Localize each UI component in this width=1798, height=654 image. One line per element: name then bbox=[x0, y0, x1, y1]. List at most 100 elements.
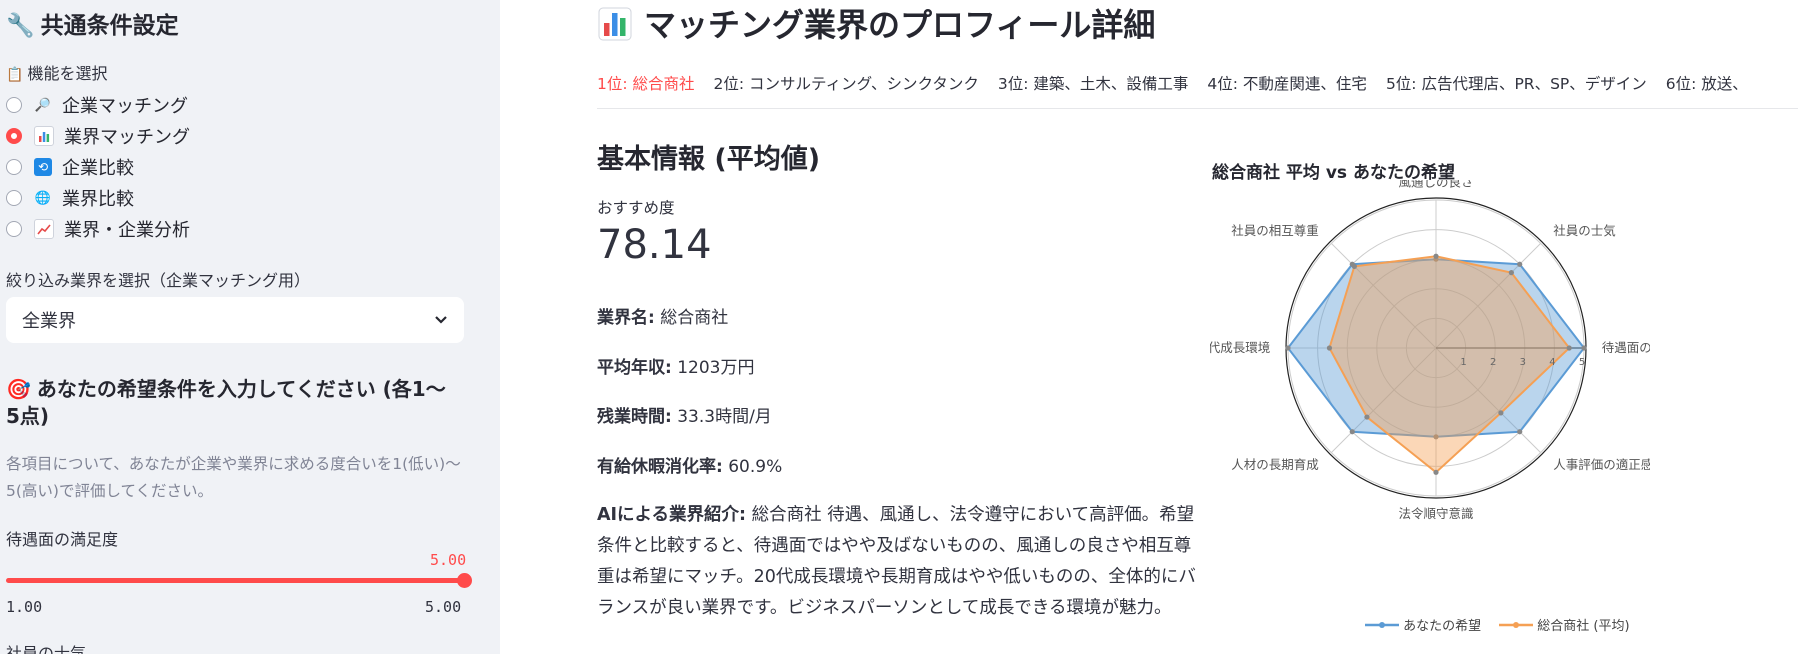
preference-help: 各項目について、あなたが企業や業界に求める度合いを1(低い)〜5(高い)で評価し… bbox=[6, 455, 461, 500]
radar-point bbox=[1517, 261, 1523, 267]
info-value: 60.9% bbox=[722, 457, 783, 477]
radar-tick-label: 1 bbox=[1460, 357, 1466, 368]
slider-min: 1.00 bbox=[6, 598, 43, 616]
sidebar-title-text: 共通条件設定 bbox=[40, 13, 179, 39]
info-value: 33.3時間/月 bbox=[671, 407, 772, 427]
info-key: 残業時間: bbox=[597, 407, 672, 427]
clipboard-icon: 📋 bbox=[6, 67, 24, 83]
radio-dot[interactable] bbox=[6, 159, 22, 175]
radio-dot[interactable] bbox=[6, 221, 22, 237]
sidebar-title: 🔧 共通条件設定 bbox=[6, 6, 179, 40]
legend-label: あなたの希望 bbox=[1403, 619, 1482, 634]
tab-rank-6[interactable]: 6位: 放送、 bbox=[1666, 70, 1748, 108]
radio-industry-matching[interactable]: 業界マッチング bbox=[6, 123, 190, 149]
info-salary: 平均年収: 1203万円 bbox=[597, 353, 754, 378]
slider-max: 5.00 bbox=[425, 598, 462, 616]
target-icon: 🎯 bbox=[6, 377, 31, 401]
radio-dot[interactable] bbox=[6, 97, 22, 113]
filter-label: 絞り込み業界を選択（企業マッチング用） bbox=[6, 271, 311, 290]
radio-label: 企業マッチング bbox=[62, 96, 188, 117]
radio-dot[interactable] bbox=[6, 190, 22, 206]
slider-label: 社員の士気 bbox=[6, 644, 87, 654]
bar-chart-icon bbox=[34, 126, 54, 146]
sidebar: 🔧 共通条件設定 📋 機能を選択 🔎 企業マッチング 業界マッチング ⟲ 企業比較 … bbox=[0, 0, 500, 654]
radar-tick-label: 2 bbox=[1490, 357, 1496, 368]
legend-item-wish: あなたの希望 bbox=[1365, 615, 1481, 634]
radar-tick-label: 4 bbox=[1549, 357, 1555, 368]
radar-point bbox=[1349, 429, 1355, 435]
radar-point bbox=[1508, 270, 1514, 276]
industry-tabs: 1位: 総合商社 2位: コンサルティング、シンクタンク 3位: 建築、土木、設… bbox=[597, 70, 1798, 109]
radar-axis-label: 社員の相互尊重 bbox=[1231, 223, 1319, 238]
radar-axis-label: 社員の士気 bbox=[1553, 223, 1616, 238]
section-title: 基本情報 (平均値) bbox=[597, 144, 821, 175]
metric-value: 78.14 bbox=[597, 222, 712, 268]
radio-label: 企業比較 bbox=[62, 158, 134, 179]
radar-point bbox=[1351, 263, 1357, 269]
radar-axis-label: 20代成長環境 bbox=[1210, 340, 1270, 355]
ai-key: AIによる業界紹介: bbox=[597, 505, 747, 525]
info-value: 総合商社 bbox=[654, 308, 729, 328]
radar-point bbox=[1285, 345, 1291, 351]
radar-point bbox=[1581, 345, 1587, 351]
slider-track[interactable] bbox=[6, 578, 464, 583]
bar-chart-icon bbox=[598, 7, 632, 41]
info-key: 有給休暇消化率: bbox=[597, 457, 723, 477]
radio-label: 業界比較 bbox=[62, 189, 134, 210]
radar-tick-label: 3 bbox=[1520, 357, 1526, 368]
select-value: 全業界 bbox=[22, 311, 76, 332]
slider-thumb[interactable] bbox=[457, 573, 472, 588]
radio-company-compare[interactable]: ⟲ 企業比較 bbox=[6, 154, 134, 180]
wrench-icon: 🔧 bbox=[6, 13, 35, 39]
radio-dot-selected[interactable] bbox=[6, 128, 22, 144]
refresh-icon: ⟲ bbox=[34, 158, 52, 176]
radar-chart: 1 2 3 4 5 待遇面の満足度 社員の士気 風通しの良さ社員の相互尊重 20代成長環境人材の… bbox=[1210, 180, 1650, 521]
industry-filter-select[interactable]: 全業界 bbox=[6, 297, 464, 343]
radar-point bbox=[1326, 345, 1333, 351]
page-title-text: マッチング業界のプロフィール詳細 bbox=[644, 6, 1156, 44]
tab-rank-1[interactable]: 1位: 総合商社 bbox=[597, 70, 695, 108]
info-industry-name: 業界名: 総合商社 bbox=[597, 303, 728, 328]
legend-item-average: 総合商社 (平均) bbox=[1499, 615, 1630, 634]
legend-label: 総合商社 (平均) bbox=[1537, 619, 1630, 634]
radar-point bbox=[1433, 469, 1439, 475]
radio-label: 業界・企業分析 bbox=[64, 220, 190, 241]
ai-introduction: AIによる業界紹介: 総合商社 待遇、風通し、法令遵守において高評価。希望条件と… bbox=[597, 500, 1197, 624]
preference-heading-text: あなたの希望条件を入力してください (各1〜5点) bbox=[6, 377, 446, 428]
radar-axis-label: 法令順守意識 bbox=[1398, 506, 1473, 521]
radar-point bbox=[1364, 414, 1370, 420]
radar-point bbox=[1566, 345, 1572, 351]
info-key: 平均年収: bbox=[597, 358, 672, 378]
tab-rank-2[interactable]: 2位: コンサルティング、シンクタンク bbox=[714, 70, 979, 108]
info-leave: 有給休暇消化率: 60.9% bbox=[597, 452, 782, 477]
info-value: 1203万円 bbox=[671, 358, 755, 378]
tab-rank-4[interactable]: 4位: 不動産関連、住宅 bbox=[1207, 70, 1367, 108]
slider-value: 5.00 bbox=[430, 551, 467, 569]
radio-industry-compare[interactable]: 🌐 業界比較 bbox=[6, 185, 134, 211]
radar-axis-label: 人材の長期育成 bbox=[1231, 457, 1319, 472]
page-title: マッチング業界のプロフィール詳細 bbox=[598, 0, 1155, 46]
info-key: 業界名: bbox=[597, 308, 655, 328]
radar-point bbox=[1433, 253, 1439, 259]
radio-analysis[interactable]: 業界・企業分析 bbox=[6, 216, 190, 242]
info-overtime: 残業時間: 33.3時間/月 bbox=[597, 402, 772, 427]
globe-icon: 🌐 bbox=[34, 190, 52, 206]
radio-label: 業界マッチング bbox=[64, 127, 190, 148]
radar-axis-label: 待遇面の満足度 bbox=[1602, 340, 1650, 355]
chevron-down-icon bbox=[435, 316, 447, 324]
function-label: 📋 機能を選択 bbox=[6, 60, 107, 84]
preference-heading: 🎯 あなたの希望条件を入力してください (各1〜5点) bbox=[6, 376, 446, 430]
trend-chart-icon bbox=[34, 219, 54, 239]
tab-rank-5[interactable]: 5位: 広告代理店、PR、SP、デザイン bbox=[1386, 70, 1647, 108]
radar-point bbox=[1517, 429, 1523, 435]
radar-point bbox=[1498, 410, 1504, 416]
radar-axis-label: 人事評価の適正感 bbox=[1553, 457, 1650, 472]
radio-company-matching[interactable]: 🔎 企業マッチング bbox=[6, 92, 188, 118]
tab-rank-3[interactable]: 3位: 建築、土木、設備工事 bbox=[998, 70, 1189, 108]
metric-label: おすすめ度 bbox=[597, 199, 675, 217]
main-panel: マッチング業界のプロフィール詳細 1位: 総合商社 2位: コンサルティング、シ… bbox=[500, 0, 1798, 654]
magnifier-icon: 🔎 bbox=[34, 97, 52, 113]
function-label-text: 機能を選択 bbox=[27, 64, 108, 83]
chart-legend: あなたの希望 総合商社 (平均) bbox=[1365, 615, 1630, 634]
radar-tick-label: 5 bbox=[1579, 357, 1585, 368]
